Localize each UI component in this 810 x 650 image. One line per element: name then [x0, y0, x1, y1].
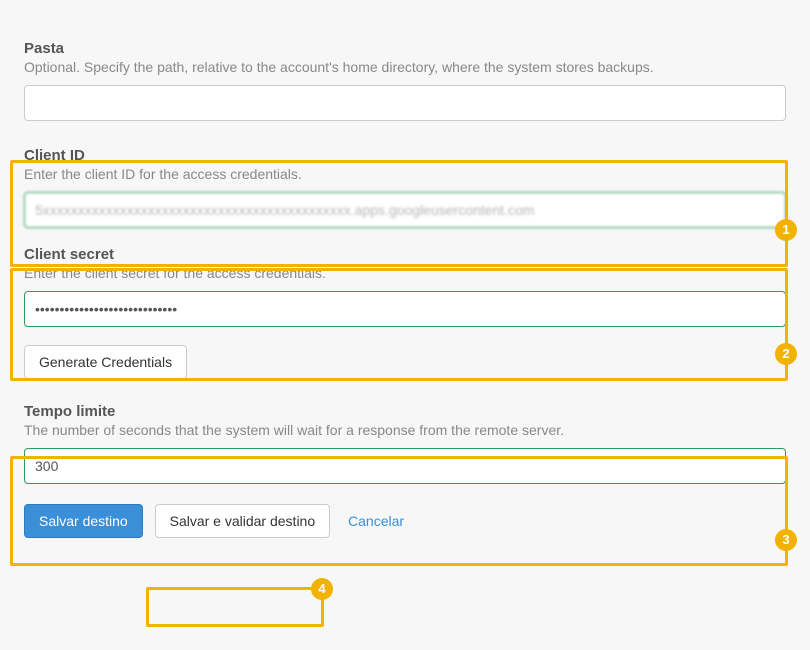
callout-save-validate: 4	[146, 587, 324, 627]
save-button[interactable]: Salvar destino	[24, 504, 143, 538]
callout-badge-4: 4	[311, 578, 333, 600]
action-row: Salvar destino Salvar e validar destino …	[24, 504, 786, 538]
help-client-id: Enter the client ID for the access crede…	[24, 166, 786, 182]
help-pasta: Optional. Specify the path, relative to …	[24, 59, 786, 75]
help-client-secret: Enter the client secret for the access c…	[24, 265, 786, 281]
cancel-link[interactable]: Cancelar	[348, 504, 404, 538]
label-client-id: Client ID	[24, 147, 786, 164]
input-pasta[interactable]	[24, 85, 786, 121]
field-pasta: Pasta Optional. Specify the path, relati…	[24, 40, 786, 121]
save-validate-button[interactable]: Salvar e validar destino	[155, 504, 331, 538]
field-client-secret: Client secret Enter the client secret fo…	[24, 246, 786, 327]
input-timeout[interactable]	[24, 448, 786, 484]
label-timeout: Tempo limite	[24, 403, 786, 420]
label-pasta: Pasta	[24, 40, 786, 57]
label-client-secret: Client secret	[24, 246, 786, 263]
generate-credentials-button[interactable]: Generate Credentials	[24, 345, 187, 379]
field-timeout: Tempo limite The number of seconds that …	[24, 403, 786, 484]
generate-credentials-row: Generate Credentials	[24, 345, 786, 379]
input-client-secret[interactable]	[24, 291, 786, 327]
field-client-id: Client ID Enter the client ID for the ac…	[24, 147, 786, 228]
backup-destination-form: Pasta Optional. Specify the path, relati…	[0, 0, 810, 562]
input-client-id[interactable]	[24, 192, 786, 228]
help-timeout: The number of seconds that the system wi…	[24, 422, 786, 438]
